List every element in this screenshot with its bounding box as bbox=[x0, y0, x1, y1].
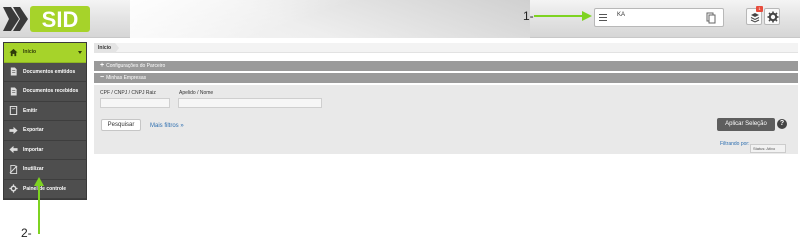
cpf-label: CPF / CNPJ / CNPJ Raiz bbox=[100, 90, 156, 96]
results-area bbox=[94, 154, 798, 250]
breadcrumb-item-inicio[interactable]: Início bbox=[94, 43, 119, 53]
name-field[interactable] bbox=[178, 98, 322, 108]
gear-icon bbox=[9, 184, 18, 193]
main-content: Início + Configurações do Parceiro − Minha… bbox=[92, 40, 800, 250]
sid-logo[interactable]: SID bbox=[3, 6, 93, 32]
sidebar-item-documentos-emitidos[interactable]: Documentos emitidos bbox=[4, 63, 86, 82]
minus-icon: − bbox=[100, 74, 105, 81]
sidebar-item-painel-de-controle[interactable]: Painel de controle bbox=[4, 180, 86, 199]
filter-label: Filtrando por: bbox=[720, 141, 750, 147]
filter-form: CPF / CNPJ / CNPJ Raiz Apelido / Nome Pe… bbox=[94, 85, 798, 155]
annotation-1: 1- bbox=[523, 9, 534, 23]
import-icon bbox=[9, 146, 18, 154]
notification-badge: 1 bbox=[756, 6, 763, 12]
section-title: Minhas Empresas bbox=[106, 75, 147, 81]
search-button[interactable]: Pesquisar bbox=[101, 119, 141, 131]
svg-text:SID: SID bbox=[42, 7, 79, 32]
sidebar-item-label: Importar bbox=[23, 146, 44, 153]
sidebar-item-inicio[interactable]: Início bbox=[4, 43, 86, 63]
breadcrumb: Início bbox=[94, 43, 798, 53]
home-icon bbox=[9, 48, 18, 56]
name-label: Apelido / Nome bbox=[179, 90, 214, 96]
sidebar-item-label: Início bbox=[23, 49, 37, 56]
chevron-down-icon bbox=[78, 51, 82, 54]
header-search-box[interactable]: KA bbox=[594, 8, 724, 27]
annotation-arrow-right-icon bbox=[534, 11, 592, 21]
apply-selection-button[interactable]: Aplicar Seleção bbox=[717, 118, 775, 131]
header-decoration bbox=[130, 0, 530, 38]
sidebar-item-emitir[interactable]: Emitir bbox=[4, 102, 86, 121]
more-filters-link[interactable]: Mais filtros » bbox=[150, 123, 184, 129]
sidebar-item-label: Emitir bbox=[23, 107, 38, 114]
annotation-2: 2- bbox=[21, 226, 32, 240]
section-my-companies[interactable]: − Minhas Empresas bbox=[94, 73, 798, 83]
settings-button[interactable] bbox=[764, 8, 780, 25]
disable-icon bbox=[9, 164, 18, 174]
sidebar-item-label: Inutilizar bbox=[23, 166, 44, 173]
sidebar-item-label: Documentos emitidos bbox=[23, 68, 76, 75]
sidebar-item-documentos-recebidos[interactable]: Documentos recebidos bbox=[4, 82, 86, 102]
copy-icon[interactable] bbox=[705, 12, 717, 24]
export-icon bbox=[9, 126, 18, 134]
search-input[interactable]: KA bbox=[617, 12, 625, 18]
filter-chip-status[interactable]: Status: Ativo bbox=[750, 144, 786, 153]
plus-icon: + bbox=[100, 62, 105, 69]
section-title: Configurações do Parceiro bbox=[106, 63, 166, 69]
menu-icon[interactable] bbox=[599, 14, 607, 21]
sidebar-item-label: Documentos recebidos bbox=[23, 88, 79, 95]
cpf-field[interactable] bbox=[100, 98, 170, 108]
sidebar-item-inutilizar[interactable]: Inutilizar bbox=[4, 160, 86, 180]
document-icon bbox=[10, 67, 17, 76]
notifications-button[interactable]: 1 bbox=[746, 6, 763, 25]
emit-icon bbox=[9, 106, 18, 116]
sidebar-item-label: Exportar bbox=[23, 127, 44, 134]
annotation-arrow-up-icon bbox=[34, 177, 44, 234]
sidebar-nav: Início Documentos emitidos Documentos re… bbox=[3, 42, 87, 200]
section-partner-settings[interactable]: + Configurações do Parceiro bbox=[94, 61, 798, 71]
stack-icon bbox=[750, 13, 760, 23]
help-icon[interactable]: ? bbox=[777, 119, 787, 129]
gear-icon bbox=[767, 11, 779, 23]
sidebar-item-importar[interactable]: Importar bbox=[4, 141, 86, 160]
document-icon bbox=[10, 87, 17, 96]
top-header: SID 1- KA 1 bbox=[0, 0, 800, 38]
sidebar-item-exportar[interactable]: Exportar bbox=[4, 121, 86, 141]
